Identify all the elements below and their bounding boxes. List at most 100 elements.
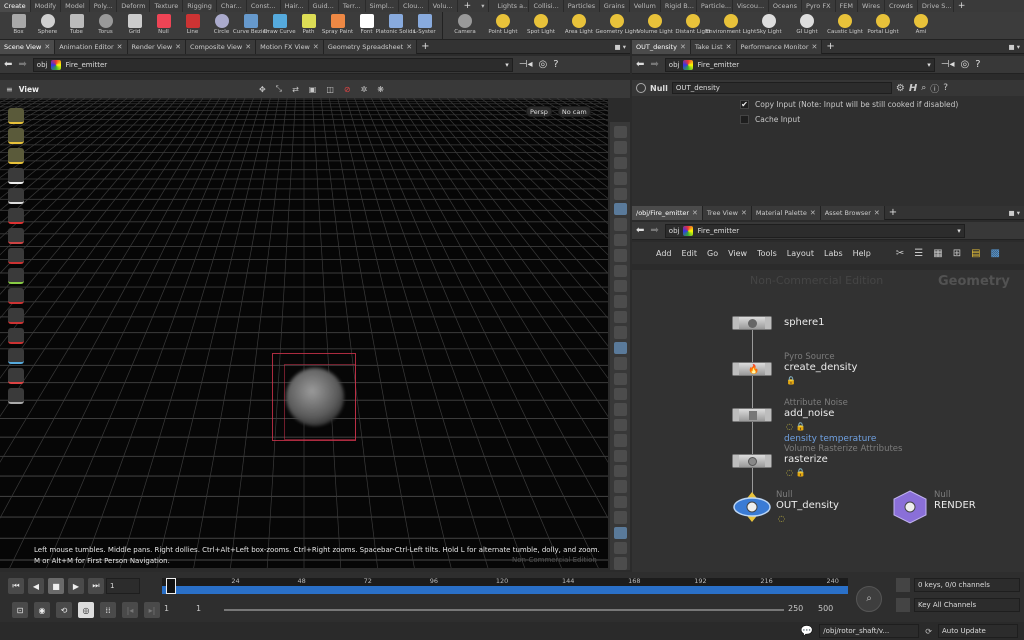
range-end-2[interactable]: 500 (818, 604, 833, 613)
light-tool-12[interactable]: Ami (902, 12, 940, 40)
play-icon[interactable]: ▶ (68, 578, 84, 594)
param-tab-close-icon-1[interactable]: ✕ (726, 40, 732, 54)
network-menu-layout[interactable]: Layout (787, 249, 814, 258)
pin-icon[interactable]: ⊣◂ (519, 59, 533, 70)
network-back-icon[interactable]: ⬅ (636, 225, 644, 236)
right-tool-wireframe-icon[interactable] (613, 126, 627, 139)
right-tool-options-icon[interactable] (613, 495, 627, 509)
network-add-tab[interactable]: + (885, 206, 901, 219)
left-tool-pose-icon[interactable] (8, 268, 24, 284)
right-tool-anchor-icon[interactable] (613, 480, 627, 493)
param-tab-1[interactable]: Take List ✕ (690, 39, 737, 54)
back-arrow-icon[interactable]: ⬅ (4, 59, 12, 70)
param-path-field[interactable]: obj Fire_emitter ▾ (664, 57, 935, 72)
light-tool-9[interactable]: GI Light (788, 12, 826, 40)
network-image-icon[interactable]: ▩ (991, 248, 1000, 259)
network-tab-close-icon-3[interactable]: ✕ (874, 206, 880, 220)
network-tab-0[interactable]: /obj/Fire_emitter ✕ (632, 205, 703, 220)
play-reverse-icon[interactable]: ◀ (28, 578, 44, 594)
viewport-settings-icon[interactable]: ❋ (377, 85, 384, 94)
shelf-tool-13[interactable]: Platonic Solids (376, 12, 415, 40)
right-tool-point-number-icon[interactable] (613, 280, 627, 293)
param-add-tab[interactable]: + (822, 40, 838, 53)
shelf-tab-right-11[interactable]: Wires (858, 0, 886, 12)
shelf-tab-right-5[interactable]: Rigid B... (661, 0, 697, 12)
timeline-track[interactable]: 124487296120144168192216240 (162, 577, 848, 594)
status-chat-icon[interactable]: 💬 (801, 626, 813, 637)
shelf-tab-7[interactable]: Char... (217, 0, 247, 12)
light-tool-11[interactable]: Portal Light (864, 12, 902, 40)
shelf-menu-button[interactable]: ▾ (477, 0, 490, 12)
shelf-tab-right-0[interactable]: Lights a... (493, 0, 530, 12)
param-hda-icon[interactable]: H (909, 83, 917, 94)
right-tool-scene-icon[interactable] (613, 434, 627, 447)
left-path-field[interactable]: obj Fire_emitter ▾ (32, 57, 513, 72)
right-tool-primitive-icon[interactable] (613, 249, 627, 262)
network-tree-icon[interactable]: ⊞ (953, 248, 961, 259)
shelf-tool-2[interactable]: Tube (62, 12, 91, 40)
shelf-tool-5[interactable]: Null (149, 12, 178, 40)
scene-tab-1[interactable]: Animation Editor ✕ (55, 39, 128, 54)
right-tool-camera-icon[interactable] (613, 541, 627, 555)
scene-tab-close-icon-4[interactable]: ✕ (313, 40, 319, 54)
left-tool-view-icon[interactable] (8, 348, 24, 364)
light-tool-2[interactable]: Spot Light (522, 12, 560, 40)
orient-icon[interactable]: ⇄ (292, 85, 299, 94)
shelf-tab-11[interactable]: Terr... (339, 0, 366, 12)
light-tool-1[interactable]: Point Light (484, 12, 522, 40)
shelf-tool-9[interactable]: Draw Curve (263, 12, 296, 40)
light-tool-5[interactable]: Volume Light (636, 12, 674, 40)
shelf-tab-5[interactable]: Texture (150, 0, 184, 12)
shelf-tool-6[interactable]: Line (178, 12, 207, 40)
left-tool-handle-icon[interactable] (8, 108, 24, 124)
param-tab-close-icon-2[interactable]: ✕ (812, 40, 818, 54)
network-path-dropdown-icon[interactable]: ▾ (957, 227, 961, 235)
shelf-add-tab-button-right[interactable]: + (954, 0, 970, 12)
network-tab-3[interactable]: Asset Browser ✕ (820, 205, 885, 220)
node-out-density[interactable] (732, 490, 772, 524)
key-all-icon[interactable] (896, 598, 910, 612)
right-tool-light-icon[interactable] (613, 187, 627, 201)
update-mode-menu[interactable]: Auto Update (938, 624, 1018, 638)
param-info-icon[interactable]: ⓘ (930, 82, 939, 95)
left-tool-render-region-icon[interactable] (8, 368, 24, 384)
realtime-icon[interactable]: ⊡ (12, 602, 28, 618)
prev-key-icon[interactable]: |◂ (122, 602, 138, 618)
copy-input-checkbox[interactable]: ✔ (740, 100, 749, 109)
path-dropdown-icon[interactable]: ▾ (505, 61, 509, 69)
scene-tab-5[interactable]: Geometry Spreadsheet ✕ (323, 39, 418, 54)
param-search-icon[interactable]: ⌕ (921, 83, 926, 93)
shelf-tab-6[interactable]: Rigging (183, 0, 217, 12)
right-tool-grid-icon[interactable] (613, 326, 627, 339)
range-start-2[interactable]: 1 (196, 604, 201, 613)
keyframe-icon[interactable]: ◉ (34, 602, 50, 618)
next-key-icon[interactable]: ▸| (144, 602, 160, 618)
shelf-tab-3[interactable]: Poly... (90, 0, 118, 12)
light-tool-4[interactable]: Geometry Light (596, 12, 638, 40)
network-menu-labs[interactable]: Labs (824, 249, 843, 258)
right-tool-geo-icon[interactable] (613, 449, 627, 462)
network-tab-close-icon-0[interactable]: ✕ (692, 206, 698, 220)
shelf-tab-right-3[interactable]: Grains (600, 0, 630, 12)
network-tab-2[interactable]: Material Palette ✕ (751, 205, 821, 220)
param-tab-2[interactable]: Performance Monitor ✕ (736, 39, 823, 54)
right-tool-lock-cam-icon[interactable] (613, 156, 627, 170)
left-tool-scale-icon[interactable] (8, 248, 24, 264)
param-path-dropdown-icon[interactable]: ▾ (927, 61, 931, 69)
fps-icon[interactable]: ⁞⁞ (100, 602, 116, 618)
param-link-icon[interactable]: ◎ (961, 59, 970, 70)
forward-arrow-icon[interactable]: ➡ (18, 59, 26, 70)
scene-tab-2[interactable]: Render View ✕ (127, 39, 187, 54)
shelf-tab-4[interactable]: Deform (117, 0, 151, 12)
shelf-tab-right-12[interactable]: Crowds (885, 0, 918, 12)
network-tools-icon[interactable]: ✂ (896, 248, 904, 259)
view-menu-icon[interactable]: ≡ (6, 85, 13, 94)
scene-tab-close-icon-5[interactable]: ✕ (406, 40, 412, 54)
network-forward-icon[interactable]: ➡ (650, 225, 658, 236)
snap-icon[interactable]: ✥ (259, 85, 266, 94)
scene-tab-4[interactable]: Motion FX View ✕ (256, 39, 324, 54)
cache-input-checkbox[interactable] (740, 115, 749, 124)
right-tool-vertex-icon[interactable] (613, 264, 627, 278)
right-tool-snap-grid-icon[interactable] (613, 341, 627, 355)
range-end[interactable]: 250 (788, 604, 803, 613)
